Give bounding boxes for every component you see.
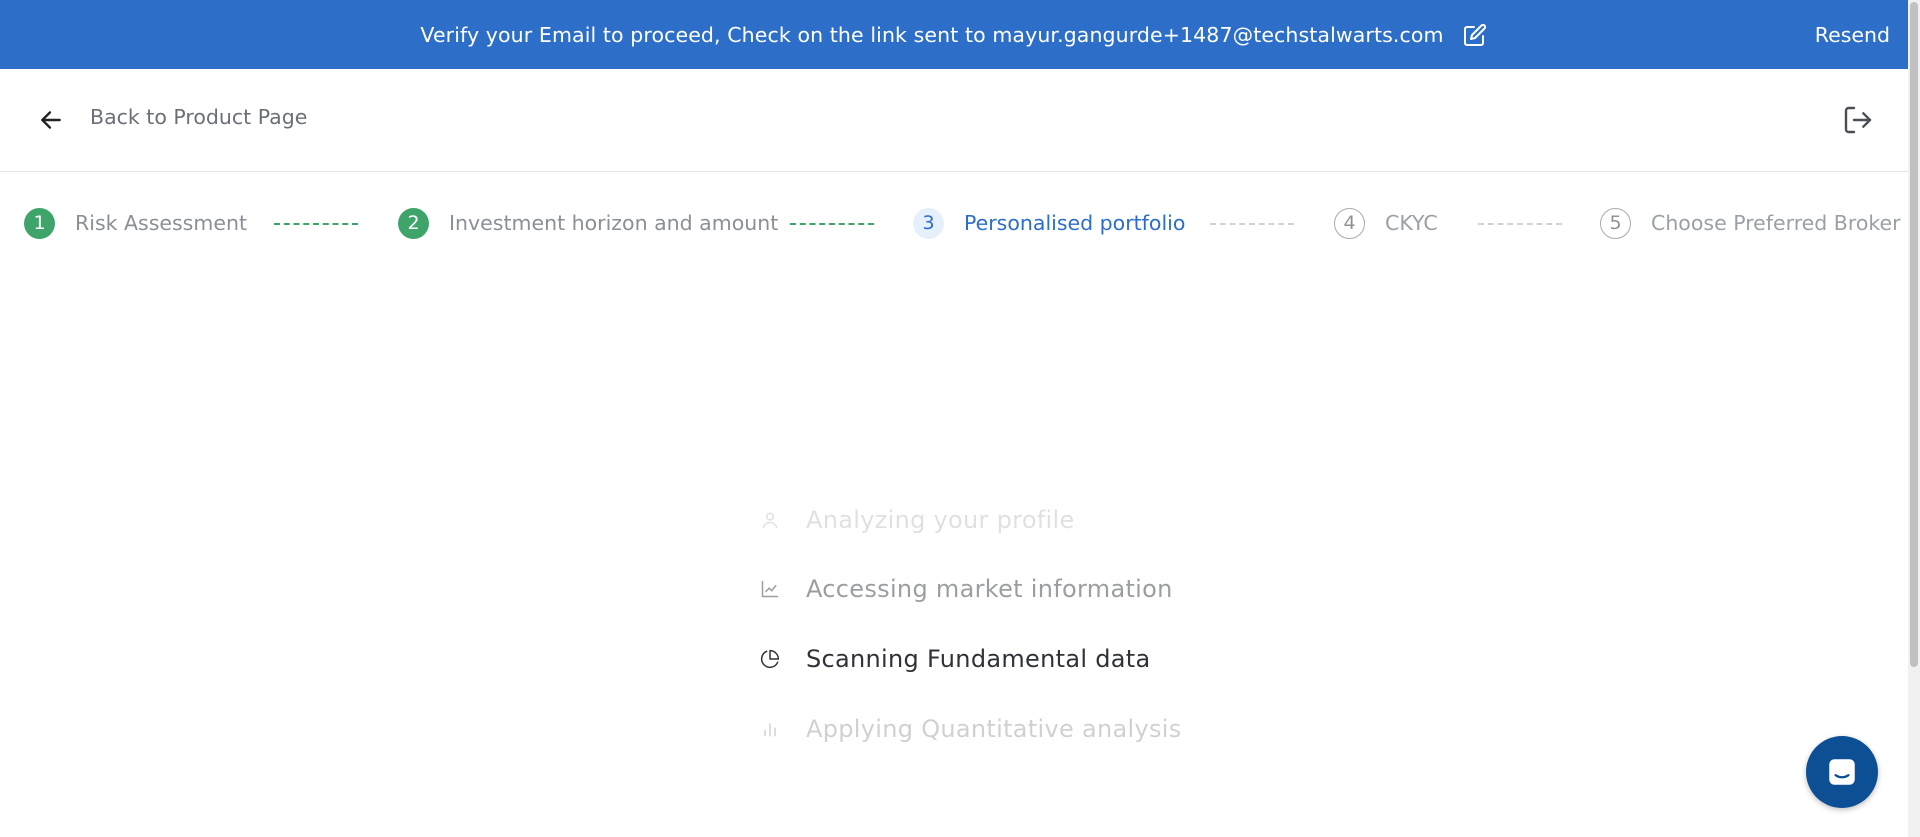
resend-link[interactable]: Resend xyxy=(1815,0,1890,69)
step-1-badge: 1 xyxy=(24,207,55,239)
line-chart-icon xyxy=(756,575,784,603)
loading-label-3: Scanning Fundamental data xyxy=(806,645,1151,673)
logout-icon[interactable] xyxy=(1842,104,1874,136)
step-5-label: Choose Preferred Broker xyxy=(1651,211,1901,235)
step-connector-3 xyxy=(1210,223,1294,225)
chat-icon xyxy=(1825,755,1859,789)
loading-label-2: Accessing market information xyxy=(806,575,1173,603)
step-4-label: CKYC xyxy=(1385,211,1438,235)
bar-chart-icon xyxy=(756,715,784,743)
step-2-label: Investment horizon and amount xyxy=(449,211,779,235)
step-risk-assessment: 1 Risk Assessment xyxy=(24,203,247,243)
loading-item-market: Accessing market information xyxy=(756,569,1173,609)
step-5-badge: 5 xyxy=(1600,207,1631,239)
back-to-product-link[interactable]: Back to Product Page xyxy=(90,105,307,129)
step-1-label: Risk Assessment xyxy=(75,211,247,235)
loading-label-4: Applying Quantitative analysis xyxy=(806,715,1182,743)
loading-item-quant: Applying Quantitative analysis xyxy=(756,709,1182,749)
edit-email-icon[interactable] xyxy=(1462,22,1488,48)
page-header: Back to Product Page xyxy=(0,69,1908,172)
step-choose-broker: 5 Choose Preferred Broker xyxy=(1600,203,1901,243)
step-2-badge: 2 xyxy=(398,207,429,239)
step-4-badge: 4 xyxy=(1334,207,1365,239)
pie-chart-icon xyxy=(756,645,784,673)
loading-item-analyzing: Analyzing your profile xyxy=(756,500,1075,540)
step-3-label: Personalised portfolio xyxy=(964,211,1186,235)
app-frame: Verify your Email to proceed, Check on t… xyxy=(0,0,1920,837)
loading-item-fundamental: Scanning Fundamental data xyxy=(756,639,1150,679)
page-scrollbar[interactable] xyxy=(1908,0,1920,837)
chat-launcher-button[interactable] xyxy=(1806,736,1878,808)
step-connector-4 xyxy=(1478,223,1562,225)
step-3-badge: 3 xyxy=(913,207,944,239)
verify-email-message: Verify your Email to proceed, Check on t… xyxy=(420,22,1444,47)
progress-stepper: 1 Risk Assessment 2 Investment horizon a… xyxy=(0,203,1908,243)
verify-email-banner: Verify your Email to proceed, Check on t… xyxy=(0,0,1908,69)
step-connector-1 xyxy=(274,223,358,225)
step-investment-horizon: 2 Investment horizon and amount xyxy=(398,203,778,243)
scrollbar-thumb[interactable] xyxy=(1910,2,1918,667)
user-icon xyxy=(756,506,784,534)
step-personalised-portfolio: 3 Personalised portfolio xyxy=(913,203,1185,243)
step-ckyc: 4 CKYC xyxy=(1334,203,1438,243)
loading-label-1: Analyzing your profile xyxy=(806,506,1075,534)
step-connector-2 xyxy=(790,223,874,225)
banner-message-row: Verify your Email to proceed, Check on t… xyxy=(0,0,1908,69)
arrow-left-icon[interactable] xyxy=(38,107,64,133)
